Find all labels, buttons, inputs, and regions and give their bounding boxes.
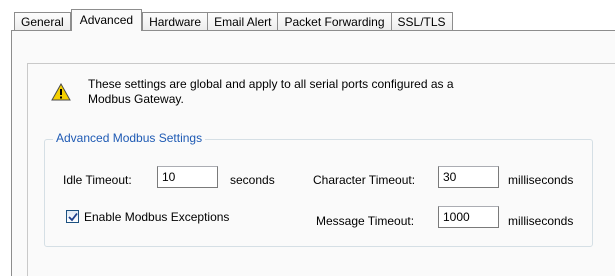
- tab-general[interactable]: General: [14, 12, 71, 31]
- message-timeout-unit: milliseconds: [508, 214, 574, 228]
- tab-email-alert[interactable]: Email Alert: [207, 12, 279, 31]
- tab-advanced[interactable]: Advanced: [70, 9, 143, 33]
- enable-modbus-exceptions-label[interactable]: Enable Modbus Exceptions: [84, 209, 229, 225]
- tab-packet-forwarding[interactable]: Packet Forwarding: [277, 12, 392, 31]
- message-timeout-label: Message Timeout:: [316, 214, 415, 228]
- enable-modbus-exceptions-checkbox[interactable]: [66, 210, 79, 223]
- advanced-modbus-settings-group: [44, 139, 593, 247]
- character-timeout-label: Character Timeout:: [313, 173, 416, 187]
- notice-line-1: These settings are global and apply to a…: [88, 77, 454, 91]
- idle-timeout-input[interactable]: [157, 166, 218, 188]
- message-timeout-input[interactable]: [438, 206, 499, 228]
- checkmark-icon: [68, 212, 78, 222]
- idle-timeout-label: Idle Timeout:: [63, 173, 132, 187]
- tab-hardware[interactable]: Hardware: [142, 12, 209, 31]
- settings-window: General Advanced Hardware Email Alert Pa…: [0, 0, 615, 276]
- idle-timeout-unit: seconds: [230, 173, 275, 187]
- tab-ssl-tls[interactable]: SSL/TLS: [390, 12, 453, 31]
- tab-strip: General Advanced Hardware Email Alert Pa…: [14, 9, 453, 33]
- notice-text: These settings are global and apply to a…: [88, 77, 558, 107]
- group-title: Advanced Modbus Settings: [53, 130, 206, 146]
- notice-line-2: Modbus Gateway.: [88, 92, 184, 106]
- character-timeout-unit: milliseconds: [508, 173, 574, 187]
- warning-icon: [51, 83, 71, 101]
- character-timeout-input[interactable]: [438, 166, 499, 188]
